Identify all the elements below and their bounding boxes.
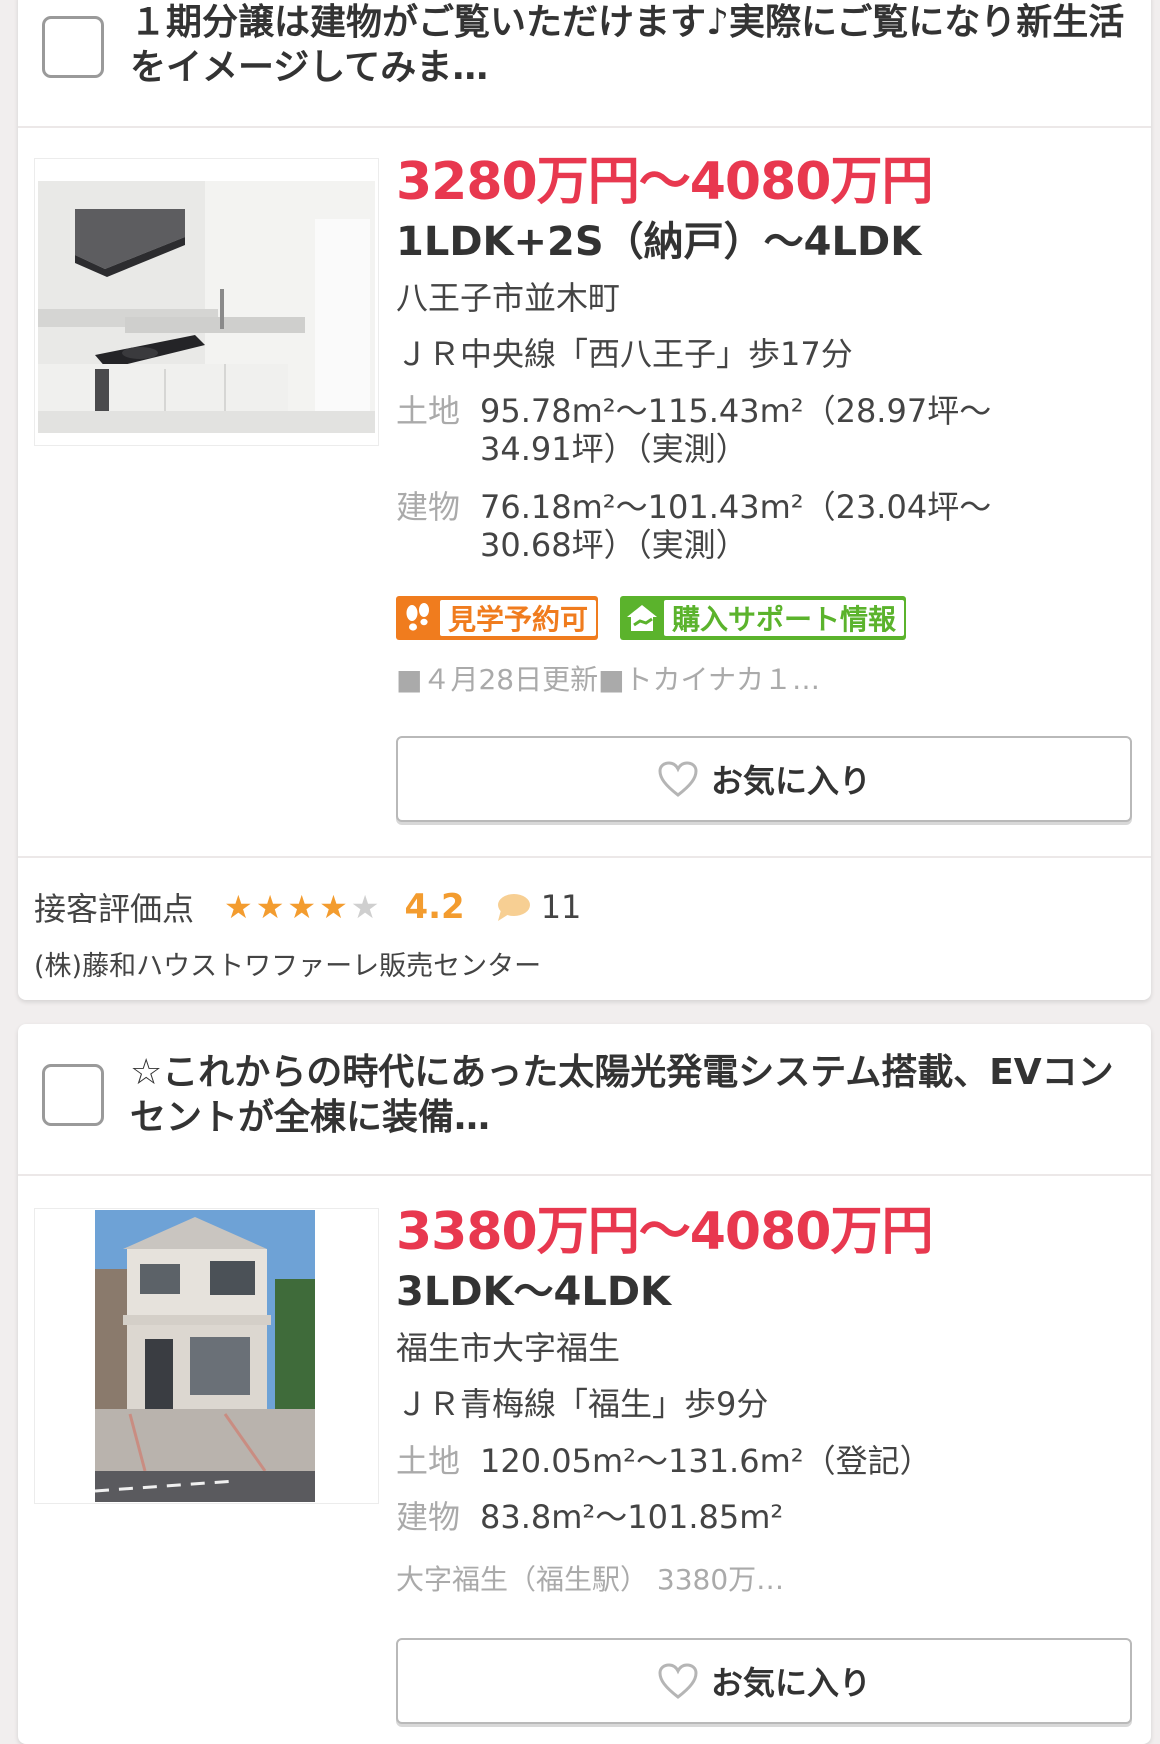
land-label: 土地	[396, 1442, 461, 1480]
building-value: 83.8m²〜101.85m²	[480, 1498, 784, 1536]
station-access: ＪＲ青梅線「福生」歩9分	[396, 1385, 769, 1423]
price[interactable]: 3280万円〜4080万円	[396, 156, 933, 208]
building-label: 建物	[396, 488, 461, 526]
floor-plan: 1LDK+2S（納戸）〜4LDK	[396, 219, 922, 265]
building-area: 建物 76.18m²〜101.43m²（23.04坪〜30.68坪）（実測）	[396, 488, 1136, 568]
rating-section: 接客評価点 ★★★★★ 4.2 11 (株)藤和ハウストワファーレ販売センター	[18, 856, 1151, 1000]
land-area: 土地 95.78m²〜115.43m²（28.97坪〜34.91坪）（実測）	[396, 392, 1136, 472]
listing-info: 3380万円〜4080万円 3LDK〜4LDK 福生市大字福生 ＪＲ青梅線「福生…	[396, 1024, 1132, 1744]
rating-stars: ★★★★★	[224, 888, 382, 926]
rating-label: 接客評価点	[34, 890, 195, 928]
listing-card-2: ☆これからの時代にあった太陽光発電システム搭載、EVコンセントが全棟に装備… 3…	[18, 1024, 1151, 1744]
rating-row: 接客評価点 ★★★★★ 4.2 11	[34, 884, 581, 930]
favorite-label: お気に入り	[710, 762, 871, 800]
favorite-button[interactable]: お気に入り	[396, 1638, 1132, 1724]
address: 福生市大字福生	[396, 1329, 621, 1367]
address: 八王子市並木町	[396, 279, 621, 317]
star-icon: ★	[224, 888, 256, 926]
star-icon: ★	[319, 888, 351, 926]
kitchen-photo	[35, 159, 378, 445]
star-icon: ★	[350, 888, 383, 926]
tag-label: 購入サポート情報	[664, 600, 905, 636]
footprints-icon	[396, 598, 440, 638]
station-access: ＪＲ中央線「西八王子」歩17分	[396, 335, 853, 373]
land-value: 120.05m²〜131.6m²（登記）	[480, 1442, 932, 1480]
company-name[interactable]: (株)藤和ハウストワファーレ販売センター	[34, 944, 541, 983]
star-icon: ★	[255, 888, 288, 926]
building-value: 76.18m²〜101.43m²（23.04坪〜30.68坪）（実測）	[480, 488, 992, 564]
house-photo	[35, 1209, 378, 1503]
house-support-icon	[620, 598, 664, 638]
land-value: 95.78m²〜115.43m²（28.97坪〜34.91坪）（実測）	[480, 392, 992, 468]
compare-checkbox[interactable]	[42, 16, 104, 78]
price[interactable]: 3380万円〜4080万円	[396, 1206, 933, 1258]
tag-visit-reservation: 見学予約可	[396, 596, 599, 640]
tags: 見学予約可 購入サポート情報	[396, 596, 1136, 642]
update-note: ■４月28日更新■トカイナカ１…	[396, 663, 820, 696]
heart-icon	[658, 1663, 698, 1699]
listing-card-1: １期分譲は建物がご覧いただけます♪実際にご覧になり新生活をイメージしてみま… 3…	[18, 0, 1151, 1000]
favorite-button[interactable]: お気に入り	[396, 736, 1132, 822]
building-label: 建物	[396, 1498, 461, 1536]
floor-plan: 3LDK〜4LDK	[396, 1269, 672, 1315]
update-note: 大字福生（福生駅） 3380万…	[396, 1563, 785, 1596]
review-count[interactable]: 11	[541, 888, 582, 926]
star-icon: ★	[287, 888, 320, 926]
land-label: 土地	[396, 392, 461, 430]
listing-info: 3280万円〜4080万円 1LDK+2S（納戸）〜4LDK 八王子市並木町 Ｊ…	[396, 0, 1132, 990]
speech-bubble-icon	[497, 894, 530, 921]
property-photo[interactable]	[34, 1208, 379, 1504]
tag-label: 見学予約可	[440, 600, 597, 636]
land-area: 土地 120.05m²〜131.6m²（登記）	[396, 1442, 1136, 1482]
favorite-label: お気に入り	[710, 1664, 871, 1702]
heart-icon	[658, 761, 698, 797]
rating-score: 4.2	[404, 887, 465, 927]
compare-checkbox[interactable]	[42, 1064, 104, 1126]
building-area: 建物 83.8m²〜101.85m²	[396, 1498, 1136, 1538]
tag-purchase-support: 購入サポート情報	[620, 596, 907, 640]
property-photo[interactable]	[34, 158, 379, 446]
